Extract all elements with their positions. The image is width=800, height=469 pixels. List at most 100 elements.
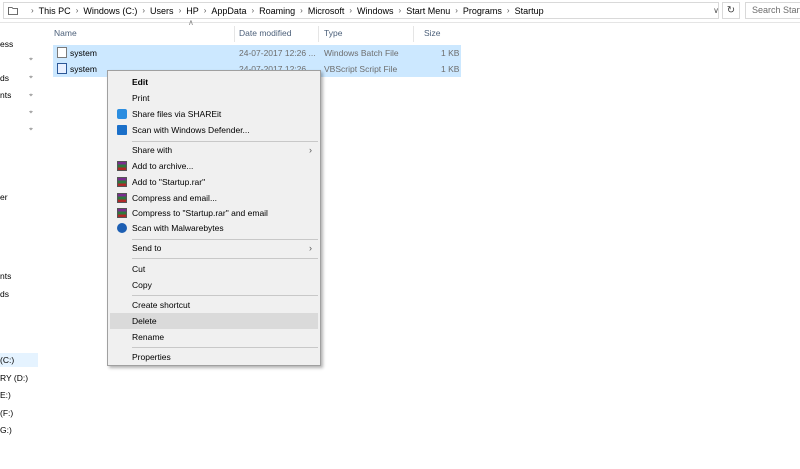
- breadcrumb-item[interactable]: Start Menu: [406, 4, 450, 18]
- nav-item-drive-e[interactable]: E:): [0, 388, 11, 402]
- column-header-size[interactable]: Size: [424, 26, 441, 40]
- menu-item-label: Scan with Windows Defender...: [132, 125, 250, 135]
- menu-item-label: Cut: [132, 264, 146, 274]
- column-header-type[interactable]: Type: [324, 26, 342, 40]
- menu-item-compress-to-startup-rar-and-email[interactable]: Compress to "Startup.rar" and email: [110, 205, 318, 221]
- column-divider[interactable]: [234, 26, 235, 42]
- menu-item-label: Compress to "Startup.rar" and email: [132, 208, 268, 218]
- chevron-right-icon[interactable]: ›: [399, 4, 402, 18]
- menu-item-label: Compress and email...: [132, 193, 218, 203]
- column-divider[interactable]: [413, 26, 414, 42]
- menu-item-label: Print: [132, 93, 150, 103]
- nav-item-downloads[interactable]: ds: [0, 287, 9, 301]
- menu-item-compress-and-email[interactable]: Compress and email...: [110, 190, 318, 206]
- menu-item-properties[interactable]: Properties: [110, 349, 318, 365]
- menu-item-scan-defender[interactable]: Scan with Windows Defender...: [110, 122, 318, 138]
- address-bar: › This PC › Windows (C:) › Users › HP › AppData › R…: [0, 0, 800, 23]
- chevron-right-icon[interactable]: ›: [31, 4, 34, 18]
- chevron-right-icon[interactable]: ›: [204, 4, 207, 18]
- menu-item-print[interactable]: Print: [110, 90, 318, 106]
- menu-item-label: Scan with Malwarebytes: [132, 223, 224, 233]
- malwarebytes-icon: [117, 223, 127, 233]
- column-divider[interactable]: [318, 26, 319, 42]
- chevron-down-icon[interactable]: ∨: [711, 6, 721, 16]
- nav-item-drive-f[interactable]: (F:): [0, 406, 13, 420]
- refresh-button[interactable]: ↻: [722, 2, 740, 19]
- nav-item-documents[interactable]: nts: [0, 269, 11, 283]
- file-type: Windows Batch File: [324, 48, 399, 58]
- nav-item-downloads[interactable]: ds: [0, 71, 9, 85]
- file-row[interactable]: system 24-07-2017 12:26 ... Windows Batc…: [53, 45, 461, 61]
- menu-separator: [132, 347, 318, 348]
- menu-separator: [132, 295, 318, 296]
- nav-item-drive-c[interactable]: (C:): [0, 353, 38, 367]
- menu-item-cut[interactable]: Cut: [110, 261, 318, 277]
- nav-item-drive-g[interactable]: G:): [0, 423, 12, 437]
- breadcrumb-item[interactable]: Windows: [357, 4, 394, 18]
- nav-item-drive-d[interactable]: RY (D:): [0, 371, 28, 385]
- menu-item-label: Delete: [132, 316, 157, 326]
- pin-icon: ⌖: [29, 109, 33, 116]
- breadcrumb-item[interactable]: Microsoft: [308, 4, 345, 18]
- file-name: system: [70, 48, 97, 58]
- chevron-right-icon[interactable]: ›: [455, 4, 458, 18]
- breadcrumb: › This PC › Windows (C:) › Users › HP › AppData › R…: [26, 4, 544, 18]
- breadcrumb-item[interactable]: HP: [186, 4, 199, 18]
- breadcrumb-item[interactable]: This PC: [39, 4, 71, 18]
- column-header-name[interactable]: Name: [54, 26, 77, 40]
- file-name: system: [70, 64, 97, 74]
- menu-separator: [132, 258, 318, 259]
- menu-item-edit[interactable]: Edit: [110, 74, 318, 90]
- folder-icon: [8, 7, 18, 15]
- menu-item-rename[interactable]: Rename: [110, 329, 318, 345]
- menu-item-label: Copy: [132, 280, 152, 290]
- menu-item-share-with[interactable]: Share with ›: [110, 142, 318, 158]
- menu-item-send-to[interactable]: Send to ›: [110, 240, 318, 256]
- chevron-right-icon[interactable]: ›: [507, 4, 510, 18]
- file-size: 1 KB: [441, 48, 460, 58]
- chevron-right-icon[interactable]: ›: [300, 4, 303, 18]
- menu-item-label: Share files via SHAREit: [132, 109, 222, 119]
- winrar-icon: [117, 161, 127, 171]
- breadcrumb-item[interactable]: Roaming: [259, 4, 295, 18]
- menu-item-delete[interactable]: Delete: [110, 313, 318, 329]
- column-header-row: ∧ Name Date modified Type Size: [48, 18, 468, 42]
- breadcrumb-item[interactable]: Startup: [515, 4, 544, 18]
- column-header-date-modified[interactable]: Date modified: [239, 26, 291, 40]
- breadcrumb-item[interactable]: Programs: [463, 4, 502, 18]
- chevron-right-icon[interactable]: ›: [142, 4, 145, 18]
- batch-file-icon: [57, 47, 67, 58]
- breadcrumb-item[interactable]: Windows (C:): [83, 4, 137, 18]
- search-input[interactable]: Search Startup: [745, 2, 800, 19]
- nav-item-quick-access[interactable]: ess: [0, 37, 13, 51]
- navigation-pane: ess ds nts ⌖ ⌖ ⌖ ⌖ ⌖ er nts ds (C:) RY (…: [0, 22, 48, 469]
- menu-item-label: Share with: [132, 145, 173, 155]
- menu-item-copy[interactable]: Copy: [110, 277, 318, 293]
- menu-item-label: Send to: [132, 243, 162, 253]
- menu-item-label: Properties: [132, 352, 171, 362]
- chevron-right-icon[interactable]: ›: [179, 4, 182, 18]
- breadcrumb-item[interactable]: AppData: [211, 4, 246, 18]
- winrar-icon: [117, 177, 127, 187]
- address-box[interactable]: › This PC › Windows (C:) › Users › HP › AppData › R…: [3, 2, 719, 19]
- file-type: VBScript Script File: [324, 64, 398, 74]
- winrar-icon: [117, 193, 127, 203]
- pin-icon: ⌖: [29, 74, 33, 81]
- pin-icon: ⌖: [29, 56, 33, 63]
- breadcrumb-item[interactable]: Users: [150, 4, 174, 18]
- winrar-icon: [117, 208, 127, 218]
- file-size: 1 KB: [441, 64, 460, 74]
- menu-item-create-shortcut[interactable]: Create shortcut: [110, 297, 318, 313]
- menu-item-scan-malwarebytes[interactable]: Scan with Malwarebytes: [110, 220, 318, 236]
- nav-item-documents[interactable]: nts: [0, 88, 11, 102]
- menu-item-add-to-startup-rar[interactable]: Add to "Startup.rar": [110, 174, 318, 190]
- menu-item-label: Edit: [132, 77, 149, 87]
- chevron-right-icon[interactable]: ›: [76, 4, 79, 18]
- chevron-right-icon[interactable]: ›: [251, 4, 254, 18]
- menu-item-add-to-archive[interactable]: Add to archive...: [110, 158, 318, 174]
- menu-item-share-shareit[interactable]: Share files via SHAREit: [110, 106, 318, 122]
- shareit-icon: [117, 109, 127, 119]
- nav-item-folder[interactable]: er: [0, 190, 8, 204]
- chevron-right-icon[interactable]: ›: [349, 4, 352, 18]
- pin-icon: ⌖: [29, 92, 33, 99]
